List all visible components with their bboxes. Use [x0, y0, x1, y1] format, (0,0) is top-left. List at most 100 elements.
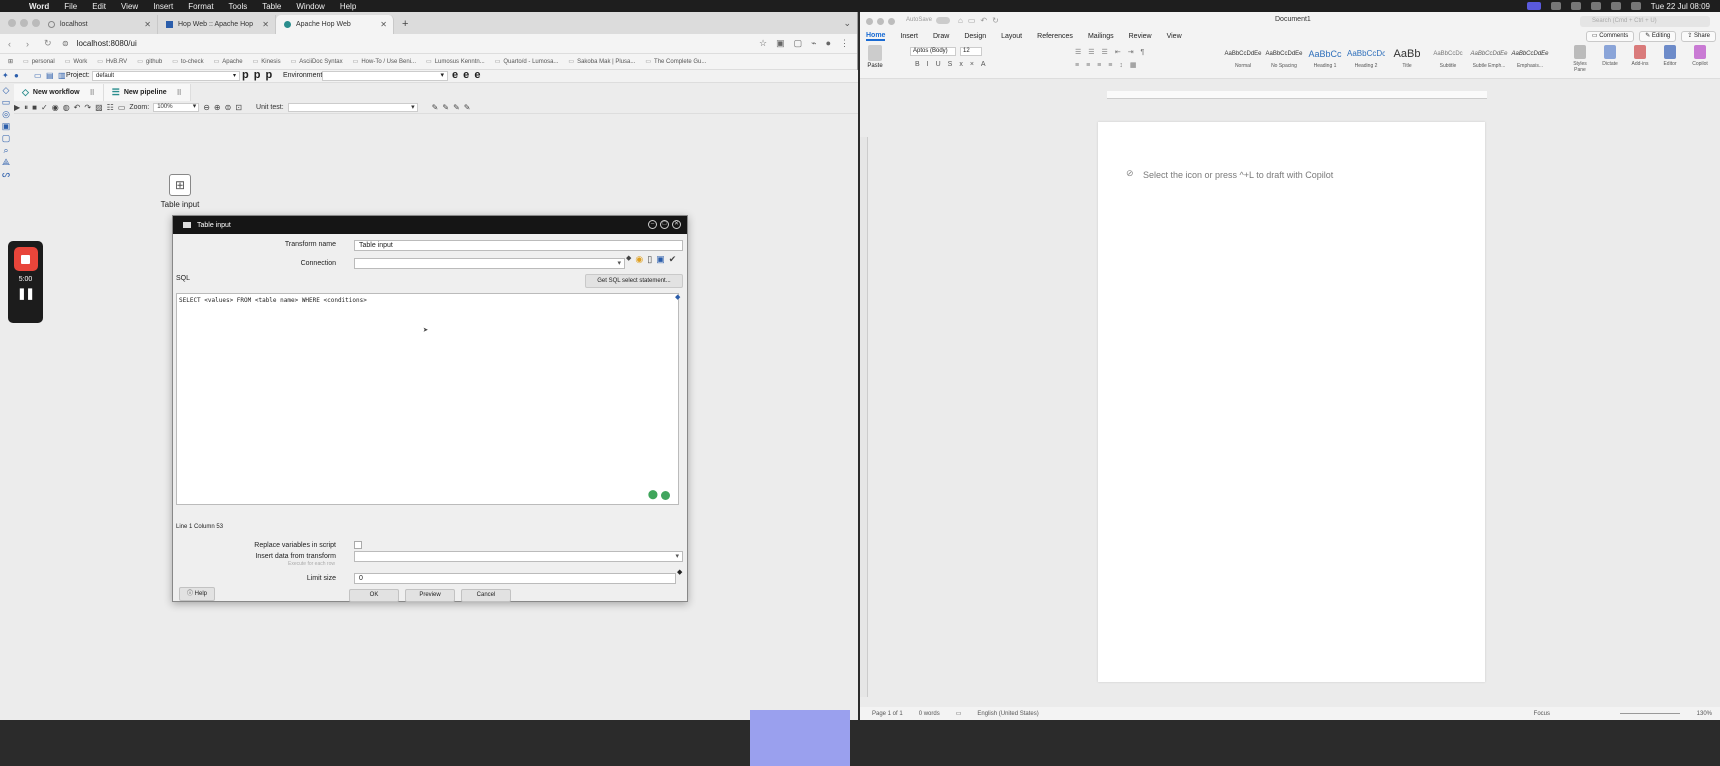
zoom-level[interactable]: 130% — [1697, 711, 1712, 717]
debug-icon[interactable]: ◍ — [63, 103, 70, 112]
browser-tab[interactable]: Hop Web :: Apache Hop ✕ — [158, 15, 276, 34]
autosave-toggle[interactable] — [936, 17, 950, 24]
apps-icon[interactable]: ⊞ — [8, 58, 13, 65]
document-page[interactable]: ⊘ Select the icon or press ^+L to draft … — [1098, 122, 1485, 682]
pause-icon[interactable]: ⏸ — [24, 103, 28, 113]
project-buttons[interactable]: p p p — [242, 69, 273, 81]
copilot-button[interactable]: Copilot — [1690, 45, 1710, 73]
zoom-slider[interactable] — [1620, 713, 1680, 714]
variable-icon[interactable]: ◆ — [626, 254, 631, 265]
minimize-window-icon[interactable] — [20, 19, 28, 27]
bookmark[interactable]: github — [137, 58, 162, 65]
share-button[interactable]: ⇪ Share — [1681, 31, 1716, 42]
menu-insert[interactable]: Insert — [153, 2, 173, 11]
vertical-ruler[interactable] — [860, 137, 868, 697]
preview-icon[interactable]: ◉ — [52, 103, 59, 112]
bookmark[interactable]: Quarto/d - Lumosa... — [495, 58, 558, 65]
styles-pane-button[interactable]: Styles Pane — [1570, 45, 1590, 73]
edit-test-icon[interactable]: ✎ — [432, 103, 439, 112]
environment-buttons[interactable]: e e e — [452, 69, 481, 81]
zoom-icon[interactable]: ▭ — [118, 103, 126, 112]
style-no-spacing[interactable]: AaBbCcDdEe No Spacing — [1265, 45, 1303, 75]
paste-button[interactable]: Paste — [866, 45, 884, 69]
more-icon[interactable]: ⋮ — [840, 38, 849, 49]
maximize-window-icon[interactable] — [888, 18, 895, 25]
bookmark[interactable]: How-To / Use Beni... — [353, 58, 416, 65]
connection-select[interactable] — [354, 258, 625, 269]
bookmark[interactable]: personal — [23, 58, 55, 65]
new-connection-icon[interactable]: ▯ — [647, 254, 652, 265]
help-button[interactable]: ⓘ Help — [179, 587, 215, 601]
style-heading-2[interactable]: AaBbCcDc Heading 2 — [1347, 45, 1385, 75]
font-name-select[interactable]: Aptos (Body) — [910, 47, 956, 56]
menu-edit[interactable]: Edit — [92, 2, 106, 11]
menu-format[interactable]: Format — [188, 2, 213, 11]
close-window-icon[interactable] — [8, 19, 16, 27]
bookmark[interactable]: Kinesis — [253, 58, 280, 65]
file-perspective-icon[interactable]: ▢ — [2, 134, 11, 143]
tab-insert[interactable]: Insert — [900, 33, 918, 40]
refresh-icon[interactable] — [661, 491, 670, 500]
screen-record-icon[interactable] — [1526, 2, 1541, 10]
bookmark[interactable]: Sakoba Mak | Plusa... — [568, 58, 635, 65]
location-icon[interactable]: ⬤ — [648, 490, 658, 500]
close-window-icon[interactable] — [866, 18, 873, 25]
tab-new-workflow[interactable]: ◇ New workflow ⠿ — [14, 84, 104, 101]
style-subtitle[interactable]: AaBbCcDc Subtitle — [1429, 45, 1467, 75]
close-icon[interactable]: ✕ — [262, 20, 269, 29]
bookmark[interactable]: Apache — [214, 58, 242, 65]
check-icon[interactable]: ✓ — [41, 103, 48, 112]
url-field[interactable]: localhost:8080/ui — [77, 39, 759, 48]
quick-access-toolbar[interactable]: ⌂▭↶↻ — [958, 16, 1004, 25]
bookmark[interactable]: Work — [65, 58, 87, 65]
image-icon[interactable]: ▨ — [95, 103, 103, 112]
pipeline-perspective-icon[interactable]: ◇ — [3, 86, 10, 95]
menu-view[interactable]: View — [121, 2, 138, 11]
menu-app-word[interactable]: Word — [29, 2, 49, 11]
stop-icon[interactable]: ■ — [32, 103, 37, 112]
maximize-window-icon[interactable] — [32, 19, 40, 27]
list-buttons[interactable]: ☰☰☰⇤⇥¶ — [1075, 48, 1151, 56]
extension-icon[interactable]: ▣ — [776, 38, 785, 49]
pause-icon[interactable]: ❚❚ — [17, 287, 34, 300]
explorer-perspective-icon[interactable]: ▣ — [2, 122, 11, 131]
status-icon[interactable] — [1570, 2, 1581, 10]
git-icon[interactable]: ⟁ — [2, 158, 10, 167]
hop-home-icon[interactable]: ● — [14, 71, 24, 81]
unit-test-select[interactable] — [287, 103, 418, 112]
delete-test-icon[interactable]: ✎ — [464, 103, 471, 112]
clock[interactable]: Tue 22 Jul 08:09 — [1651, 2, 1710, 11]
zoom-out-icon[interactable]: ⊖ — [203, 103, 210, 112]
bookmark[interactable]: HvB.RV — [97, 58, 127, 65]
apple-icon[interactable] — [10, 2, 19, 11]
zoom-select[interactable]: 100% — [153, 103, 200, 112]
chevron-down-icon[interactable]: ⌄ — [843, 18, 851, 29]
style-emphasis[interactable]: AaBbCcDdEe Emphasis... — [1511, 45, 1549, 75]
battery-icon[interactable] — [1610, 2, 1621, 10]
browser-tab-active[interactable]: Apache Hop Web ✕ — [276, 15, 394, 34]
back-icon[interactable]: ‹ — [8, 39, 18, 49]
proofing-icon[interactable]: ▭ — [956, 710, 962, 717]
focus-button[interactable]: Focus — [1534, 711, 1550, 717]
avatar[interactable]: ● — [826, 38, 831, 49]
editing-button[interactable]: ✎ Editing — [1639, 31, 1677, 42]
menu-help[interactable]: Help — [340, 2, 356, 11]
help-icon[interactable]: ᔕ — [2, 170, 10, 179]
font-size-select[interactable]: 12 — [960, 47, 982, 56]
close-icon[interactable]: ⠿ — [177, 89, 182, 97]
transform-node-table-input[interactable]: ⊞ Table input — [140, 174, 220, 209]
browser-tab[interactable]: localhost ✕ — [40, 15, 158, 34]
undo-icon[interactable]: ↶ — [74, 103, 81, 112]
zoom-in-icon[interactable]: ⊕ — [214, 103, 221, 112]
control-center-icon[interactable] — [1630, 2, 1641, 10]
copilot-icon[interactable]: ⊘ — [1126, 168, 1134, 179]
wifi-icon[interactable] — [1590, 2, 1601, 10]
comments-button[interactable]: ▭ Comments — [1585, 31, 1635, 42]
edit-connection-icon[interactable]: ▣ — [656, 254, 665, 265]
sidebar-icon[interactable]: ▢ — [794, 38, 803, 49]
search-input[interactable]: Search (Cmd + Ctrl + U) — [1580, 16, 1710, 27]
sql-editor[interactable]: SELECT <values> FROM <table name> WHERE … — [176, 293, 679, 505]
tab-references[interactable]: References — [1037, 33, 1073, 40]
redo-icon[interactable]: ↷ — [84, 103, 91, 112]
tab-view[interactable]: View — [1167, 33, 1182, 40]
